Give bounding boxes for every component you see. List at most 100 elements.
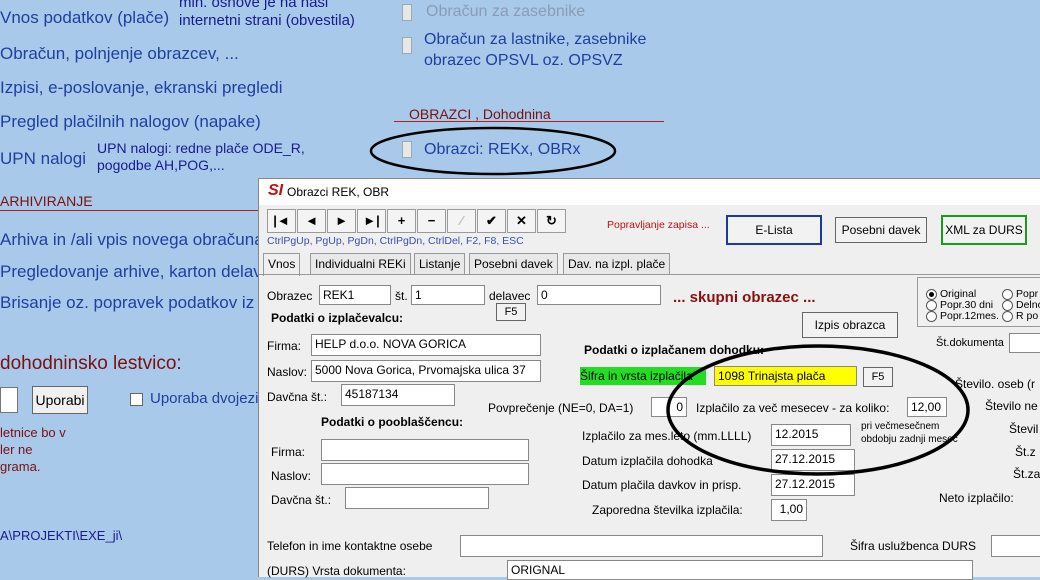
radio-r-po[interactable]: R po (1002, 310, 1038, 322)
davcna2-label: Davčna št.: (271, 493, 332, 507)
dialog-title: Obrazci REK, OBR (287, 185, 390, 199)
info-min-osnove: min. osnove je na naši (179, 0, 329, 11)
dohodninsko-heading: dohodninsko lestvico: (0, 353, 182, 374)
st-label: št. (395, 289, 408, 303)
tab-dav-na-izpl-place[interactable]: Dav. na izpl. plače (563, 253, 671, 274)
datum-placila-label: Datum plačila davkov in prisp. (582, 478, 742, 492)
naslov2-label: Naslov: (271, 469, 312, 483)
menu-brisanje[interactable]: Brisanje oz. popravek podatkov iz a (0, 293, 268, 313)
obrazci-dialog: SI Obrazci REK, OBR |◄ ◄ ► ►| + − ⁄ ✔ ✕ … (258, 178, 1040, 580)
st-dokumenta-input[interactable] (1009, 333, 1040, 353)
stevil-label: Števil (1009, 422, 1039, 436)
firma-input[interactable]: HELP d.o.o. NOVA GORICA (311, 334, 541, 356)
st-z-label-2: Št.za (1013, 467, 1040, 481)
obracun-lastnike-check[interactable] (402, 37, 412, 54)
upn-description-1: UPN nalogi: redne plače ODE_R, (97, 140, 305, 156)
next-record-button[interactable]: ► (327, 209, 356, 233)
menu-obracun-polnjenje[interactable]: Obračun, polnjenje obrazcev, ... (0, 44, 239, 64)
firma2-input[interactable] (321, 439, 529, 461)
delavec-label: delavec (489, 289, 531, 303)
uporabi-button[interactable]: Uporabi (32, 386, 88, 414)
app-logo-icon: SI (268, 182, 284, 199)
podatki-izplacevalcu-heading: Podatki o izplačevalcu: (271, 311, 404, 325)
delavec-input[interactable]: 0 (537, 285, 661, 305)
menu-upn-nalogi[interactable]: UPN nalogi (0, 149, 86, 169)
note-line-3: grama. (0, 459, 41, 474)
posebni-davek-button[interactable]: Posebni davek (835, 217, 927, 243)
confirm-button[interactable]: ✔ (477, 209, 506, 233)
document-type-radio-group: Original Popr.30 dni Popr.12mes. Popr De… (917, 277, 1040, 327)
note-line-2: ler ne (0, 442, 33, 457)
path-text: A\PROJEKTI\EXE_ji\ (0, 528, 123, 543)
sifra-usluzbenca-label: Šifra uslužbenca DURS (850, 539, 977, 553)
section-arhiviranje: ARHIVIRANJE (0, 193, 93, 209)
delete-record-button[interactable]: − (417, 209, 446, 233)
divider-obrazci (394, 121, 664, 122)
prev-record-button[interactable]: ◄ (297, 209, 326, 233)
izpis-obrazca-button[interactable]: Izpis obrazca (802, 312, 898, 338)
zaporedna-input[interactable]: 1,00 (771, 499, 807, 521)
menu-obracun-lastnike-1[interactable]: Obračun za lastnike, zasebnike (424, 31, 646, 49)
stevilo-ne-label: Število ne (985, 399, 1038, 413)
info-internetni: internetni strani (obvestila) (179, 12, 355, 29)
menu-obracun-lastnike-2[interactable]: obrazec OPSVL oz. OPSVZ (424, 52, 623, 70)
dohodninsko-input[interactable] (0, 387, 18, 413)
naslov2-input[interactable] (321, 463, 529, 485)
tab-vnos[interactable]: Vnos (263, 253, 301, 276)
telefon-label: Telefon in ime kontaktne osebe (267, 539, 433, 553)
st-input[interactable]: 1 (411, 285, 485, 305)
menu-pregledovanje[interactable]: Pregledovanje arhive, karton delavc (0, 262, 270, 282)
davcna-input[interactable]: 45187134 (341, 384, 455, 406)
radio-r-po-dot (1002, 310, 1013, 322)
cancel-button[interactable]: ✕ (507, 209, 536, 233)
first-record-button[interactable]: |◄ (267, 209, 296, 233)
section-obrazci-dohodnina: OBRAZCI , Dohodnina (409, 106, 551, 122)
refresh-button[interactable]: ↻ (537, 209, 566, 233)
note-line-1: letnice bo v (0, 425, 66, 440)
menu-pregled-nalogov[interactable]: Pregled plačilnih nalogov (napake) (0, 112, 261, 132)
edit-record-button[interactable]: ⁄ (447, 209, 476, 233)
dialog-titlebar: SI Obrazci REK, OBR (259, 179, 1040, 205)
tab-listanje[interactable]: Listanje (414, 253, 466, 274)
menu-arhiva[interactable]: Arhiva in /ali vpis novega obračuna (0, 230, 264, 250)
naslov-input[interactable]: 5000 Nova Gorica, Prvomajska ulica 37 (311, 360, 541, 382)
popravljanje-status: Popravljanje zapisa ... (607, 219, 710, 231)
naslov-label: Naslov: (267, 365, 308, 379)
highlight-ellipse-dialog (666, 344, 970, 476)
dvojezic-label: Uporaba dvojezic (150, 390, 266, 407)
radio-popr12[interactable]: Popr.12mes. (926, 310, 999, 322)
davcna-label: Davčna št.: (267, 390, 328, 404)
podatki-pooblascencu-heading: Podatki o pooblaščencu: (321, 415, 464, 429)
tab-posebni-davek[interactable]: Posebni davek (469, 253, 558, 274)
dvojezic-checkbox[interactable] (130, 393, 143, 406)
xml-durs-button[interactable]: XML za DURS (941, 215, 1027, 245)
upn-description-2: pogodbe AH,POG,... (97, 157, 225, 173)
sifra-usluzbenca-input[interactable] (991, 535, 1040, 557)
firma-label: Firma: (267, 339, 301, 353)
menu-izpisi[interactable]: Izpisi, e-poslovanje, ekranski pregledi (0, 78, 283, 98)
tab-divider (259, 274, 1040, 275)
st-z-label-1: Št.z (1015, 445, 1036, 459)
e-lista-button[interactable]: E-Lista (726, 215, 822, 245)
last-record-button[interactable]: ►| (357, 209, 386, 233)
skupni-obrazec-label: ... skupni obrazec ... (673, 289, 816, 306)
vrsta-dokumenta-input[interactable]: ORIGNAL (507, 560, 973, 580)
zaporedna-label: Zaporedna številka izplačila: (592, 503, 743, 517)
radio-popr12-label: Popr.12mes. (940, 310, 999, 322)
neto-label: Neto izplačilo: (939, 491, 1014, 505)
add-record-button[interactable]: + (387, 209, 416, 233)
f5-button[interactable]: F5 (496, 303, 526, 321)
obracun-zasebnike-check[interactable] (402, 4, 412, 21)
menu-obracun-zasebnike[interactable]: Obračun za zasebnike (426, 3, 585, 21)
povprecenje-label: Povprečenje (NE=0, DA=1) (488, 401, 634, 415)
tab-individualni-reki[interactable]: Individualni REKi (310, 253, 411, 274)
radio-popr12-dot (926, 310, 937, 322)
telefon-input[interactable] (460, 535, 823, 557)
obrazec-input[interactable]: REK1 (319, 285, 391, 305)
divider-arhiviranje (0, 210, 258, 211)
toolbar-shortcut-hint: CtrlPgUp, PgUp, PgDn, CtrlPgDn, CtrlDel,… (267, 235, 524, 247)
highlight-ellipse-menu (369, 126, 617, 176)
davcna2-input[interactable] (345, 487, 489, 509)
obrazec-label: Obrazec (267, 289, 313, 303)
menu-vnos-podatkov[interactable]: Vnos podatkov (plače) (0, 8, 169, 28)
